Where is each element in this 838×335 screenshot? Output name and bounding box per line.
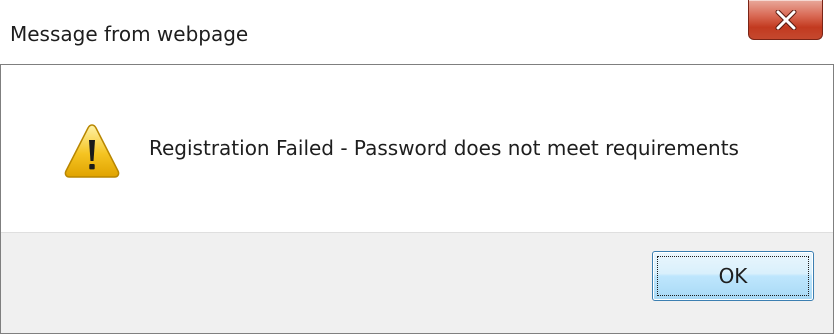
- message-area: Registration Failed - Password does not …: [1, 65, 833, 232]
- close-icon: [775, 10, 797, 30]
- dialog-body: Registration Failed - Password does not …: [0, 64, 834, 334]
- dialog-window: Message from webpage Registration Failed…: [0, 0, 838, 335]
- dialog-title: Message from webpage: [10, 22, 249, 46]
- close-button[interactable]: [748, 0, 823, 40]
- message-text: Registration Failed - Password does not …: [149, 136, 739, 160]
- ok-button[interactable]: OK: [652, 251, 814, 301]
- button-area: OK: [1, 232, 833, 333]
- ok-button-label: OK: [657, 256, 809, 296]
- warning-icon: [64, 124, 120, 178]
- title-bar[interactable]: Message from webpage: [0, 0, 838, 64]
